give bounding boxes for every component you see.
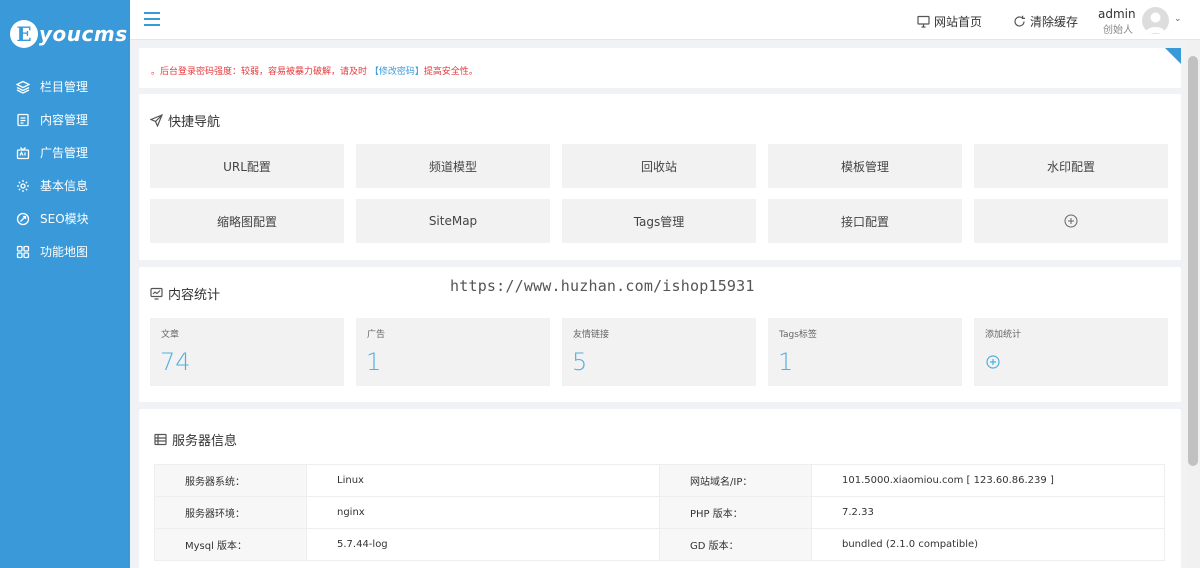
table-cell: 网站域名/IP：: [659, 464, 812, 497]
quick-thumbnail-config-button[interactable]: 缩略图配置: [150, 199, 344, 243]
grid-icon: [16, 245, 30, 259]
table-cell: 5.7.44-log: [306, 528, 660, 561]
watermark-text: https://www.huzhan.com/ishop15931: [450, 277, 755, 295]
table-row: 服务器环境： nginx PHP 版本： 7.2.33: [154, 496, 1165, 529]
sidebar-item-function-map[interactable]: 功能地图: [0, 235, 130, 268]
logo[interactable]: E youcms: [0, 0, 130, 68]
quick-tags-manage-button[interactable]: Tags管理: [562, 199, 756, 243]
scrollbar-thumb[interactable]: [1188, 56, 1198, 466]
sidebar-item-label: 栏目管理: [40, 80, 89, 94]
quick-url-config-button[interactable]: URL配置: [150, 144, 344, 188]
sidebar-item-label: 基本信息: [40, 179, 89, 193]
stat-label: 文章: [161, 330, 180, 340]
table-cell: PHP 版本：: [659, 496, 812, 529]
seo-icon: [16, 212, 30, 226]
quick-nav-title: 快捷导航: [150, 111, 220, 130]
table-cell: 101.5000.xiaomiou.com [ 123.60.86.239 ]: [811, 464, 1165, 497]
website-home-label: 网站首页: [934, 15, 983, 29]
table-cell: nginx: [306, 496, 660, 529]
sidebar-nav: 栏目管理 内容管理 广告管理 基本信息 SEO模块 功能地图: [0, 70, 130, 268]
clear-cache-link[interactable]: 清除缓存: [1013, 13, 1078, 30]
sidebar-item-content[interactable]: 内容管理: [0, 103, 130, 136]
table-row: 服务器系统： Linux 网站域名/IP： 101.5000.xiaomiou.…: [154, 464, 1165, 497]
refresh-icon: [1014, 15, 1025, 27]
security-notice: 。后台登录密码强度：较弱，容易被暴力破解，请及时 【修改密码】提高安全性。: [139, 48, 1181, 88]
table-cell: bundled (2.1.0 compatible): [811, 528, 1165, 561]
stat-label: 广告: [367, 330, 386, 340]
topbar: 网站首页 清除缓存 admin 创始人 ⌄: [130, 0, 1200, 40]
stat-card-articles[interactable]: 文章 74: [150, 318, 344, 386]
quick-api-config-button[interactable]: 接口配置: [768, 199, 962, 243]
send-icon: [150, 114, 163, 127]
quick-watermark-config-button[interactable]: 水印配置: [974, 144, 1168, 188]
server-list-icon: [154, 433, 167, 446]
sidebar: E youcms 栏目管理 内容管理 广告管理 基本信息 SEO模块 功能地图: [0, 0, 130, 568]
add-stat-label: 添加统计: [985, 330, 1022, 340]
stat-value: 1: [366, 348, 382, 376]
sidebar-item-label: SEO模块: [40, 212, 89, 226]
ad-icon: [16, 146, 30, 160]
sidebar-item-seo[interactable]: SEO模块: [0, 202, 130, 235]
content-stats-title: 内容统计: [150, 284, 220, 303]
user-role: 创始人: [1103, 25, 1133, 36]
monitor-icon: [917, 15, 930, 28]
user-name[interactable]: admin: [1098, 7, 1136, 21]
logo-text: youcms: [39, 22, 128, 46]
page-scrollbar[interactable]: [1186, 40, 1200, 568]
document-icon: [16, 113, 30, 127]
menu-toggle-icon[interactable]: [144, 12, 160, 26]
stat-card-friend-links[interactable]: 友情链接 5: [562, 318, 756, 386]
server-info-table: 服务器系统： Linux 网站域名/IP： 101.5000.xiaomiou.…: [154, 464, 1165, 561]
chevron-down-icon[interactable]: ⌄: [1174, 14, 1182, 24]
notice-corner-mark: [1165, 48, 1181, 64]
plus-circle-icon[interactable]: [986, 355, 1000, 369]
stat-value: 1: [778, 348, 794, 376]
table-cell: 7.2.33: [811, 496, 1165, 529]
stat-card-tags[interactable]: Tags标签 1: [768, 318, 962, 386]
server-info-panel: 服务器信息 服务器系统： Linux 网站域名/IP： 101.5000.xia…: [139, 409, 1181, 568]
sidebar-item-basic-info[interactable]: 基本信息: [0, 169, 130, 202]
add-stat-card[interactable]: 添加统计: [974, 318, 1168, 386]
website-home-link[interactable]: 网站首页: [917, 13, 982, 30]
quick-nav-panel: 快捷导航 URL配置 频道模型 回收站 模板管理 水印配置 缩略图配置 Site…: [139, 94, 1181, 260]
quick-template-manage-button[interactable]: 模板管理: [768, 144, 962, 188]
stat-label: Tags标签: [779, 330, 817, 340]
avatar[interactable]: [1142, 7, 1169, 34]
layers-icon: [16, 80, 30, 94]
stat-card-ads[interactable]: 广告 1: [356, 318, 550, 386]
table-cell: GD 版本：: [659, 528, 812, 561]
table-cell: Mysql 版本：: [154, 528, 307, 561]
table-cell: 服务器系统：: [154, 464, 307, 497]
sidebar-item-ads[interactable]: 广告管理: [0, 136, 130, 169]
table-cell: Linux: [306, 464, 660, 497]
sidebar-item-label: 内容管理: [40, 113, 89, 127]
stat-value: 5: [572, 348, 588, 376]
table-cell: 服务器环境：: [154, 496, 307, 529]
gear-icon: [16, 179, 30, 193]
stat-label: 友情链接: [573, 330, 610, 340]
stat-value: 74: [160, 348, 191, 376]
monitor-chart-icon: [150, 287, 163, 300]
sidebar-item-label: 广告管理: [40, 146, 89, 160]
clear-cache-label: 清除缓存: [1030, 15, 1079, 29]
quick-channel-model-button[interactable]: 频道模型: [356, 144, 550, 188]
logo-badge: E: [10, 20, 38, 48]
sidebar-item-columns[interactable]: 栏目管理: [0, 70, 130, 103]
table-row: Mysql 版本： 5.7.44-log GD 版本： bundled (2.1…: [154, 528, 1165, 561]
change-password-link[interactable]: 【修改密码】: [370, 67, 424, 77]
sidebar-item-label: 功能地图: [40, 245, 89, 259]
server-info-title: 服务器信息: [154, 430, 237, 449]
add-quick-nav-button[interactable]: [974, 199, 1168, 243]
plus-circle-icon: [1064, 214, 1078, 228]
quick-recycle-bin-button[interactable]: 回收站: [562, 144, 756, 188]
notice-text: 。后台登录密码强度：较弱，容易被暴力破解，请及时 【修改密码】提高安全性。: [151, 67, 478, 77]
quick-sitemap-button[interactable]: SiteMap: [356, 199, 550, 243]
